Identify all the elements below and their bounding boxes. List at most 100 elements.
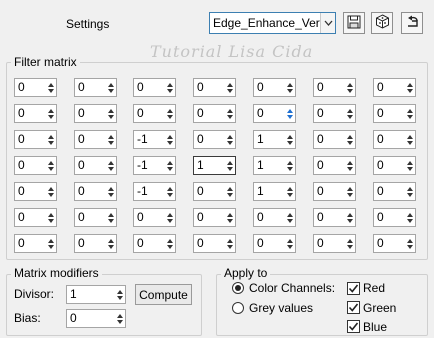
matrix-cell-spinbox[interactable]: 0 <box>253 104 296 123</box>
spin-arrows-icon[interactable] <box>344 183 355 200</box>
grey-values-label[interactable]: Grey values <box>249 301 313 315</box>
matrix-cell-value[interactable]: 0 <box>254 105 284 122</box>
matrix-cell-value[interactable]: 0 <box>194 183 224 200</box>
matrix-cell-spinbox[interactable]: 0 <box>14 78 57 97</box>
spin-arrows-icon[interactable] <box>114 310 125 327</box>
spin-arrows-icon[interactable] <box>404 157 415 174</box>
matrix-cell-value[interactable]: 0 <box>15 131 45 148</box>
spin-arrows-icon[interactable] <box>105 105 116 122</box>
divisor-value[interactable]: 1 <box>67 286 114 303</box>
matrix-cell-spinbox[interactable]: 0 <box>373 104 416 123</box>
spin-arrows-icon[interactable] <box>45 183 56 200</box>
reset-button[interactable] <box>401 12 423 34</box>
matrix-cell-spinbox[interactable]: 0 <box>193 234 236 253</box>
spin-arrows-icon[interactable] <box>344 235 355 252</box>
spin-arrows-icon[interactable] <box>45 105 56 122</box>
matrix-cell-spinbox[interactable]: 0 <box>253 78 296 97</box>
chevron-down-icon[interactable] <box>320 13 335 33</box>
matrix-cell-value[interactable]: 0 <box>15 183 45 200</box>
spin-arrows-icon[interactable] <box>344 157 355 174</box>
spin-arrows-icon[interactable] <box>284 79 295 96</box>
spin-arrows-icon[interactable] <box>45 79 56 96</box>
matrix-cell-spinbox[interactable]: 0 <box>193 182 236 201</box>
matrix-cell-value[interactable]: 0 <box>194 235 224 252</box>
matrix-cell-value[interactable]: 0 <box>314 209 344 226</box>
spin-arrows-icon[interactable] <box>164 105 175 122</box>
blue-label[interactable]: Blue <box>363 320 387 334</box>
matrix-cell-value[interactable]: 0 <box>75 157 105 174</box>
matrix-cell-spinbox[interactable]: 0 <box>74 78 117 97</box>
bias-spinbox[interactable]: 0 <box>66 309 126 328</box>
matrix-cell-spinbox[interactable]: 0 <box>74 156 117 175</box>
spin-arrows-icon[interactable] <box>344 105 355 122</box>
matrix-cell-value[interactable]: 1 <box>254 183 284 200</box>
preset-dropdown[interactable]: Edge_Enhance_Vert... <box>209 12 336 34</box>
spin-arrows-icon[interactable] <box>344 79 355 96</box>
matrix-cell-spinbox[interactable]: 1 <box>253 130 296 149</box>
matrix-cell-spinbox[interactable]: 0 <box>74 130 117 149</box>
spin-arrows-icon[interactable] <box>344 131 355 148</box>
spin-arrows-icon[interactable] <box>404 79 415 96</box>
spin-arrows-icon[interactable] <box>164 183 175 200</box>
matrix-cell-value[interactable]: 0 <box>374 131 404 148</box>
spin-arrows-icon[interactable] <box>284 235 295 252</box>
matrix-cell-value[interactable]: -1 <box>134 157 164 174</box>
matrix-cell-spinbox[interactable]: 0 <box>313 234 356 253</box>
matrix-cell-value[interactable]: 1 <box>194 157 224 174</box>
matrix-cell-spinbox[interactable]: 0 <box>74 104 117 123</box>
spin-arrows-icon[interactable] <box>105 79 116 96</box>
spin-arrows-icon[interactable] <box>105 183 116 200</box>
matrix-cell-spinbox[interactable]: 1 <box>193 156 236 175</box>
matrix-cell-spinbox[interactable]: 0 <box>253 208 296 227</box>
spin-arrows-icon[interactable] <box>45 235 56 252</box>
matrix-cell-value[interactable]: -1 <box>134 183 164 200</box>
matrix-cell-spinbox[interactable]: 0 <box>74 208 117 227</box>
matrix-cell-spinbox[interactable]: 0 <box>193 104 236 123</box>
matrix-cell-spinbox[interactable]: 0 <box>133 208 176 227</box>
matrix-cell-value[interactable]: 0 <box>374 105 404 122</box>
bias-value[interactable]: 0 <box>67 310 114 327</box>
color-channels-radio[interactable] <box>232 282 244 294</box>
matrix-cell-value[interactable]: 0 <box>374 79 404 96</box>
spin-arrows-icon[interactable] <box>284 131 295 148</box>
spin-arrows-icon[interactable] <box>164 209 175 226</box>
red-label[interactable]: Red <box>363 281 385 295</box>
save-preset-button[interactable] <box>343 12 365 34</box>
spin-arrows-icon[interactable] <box>404 209 415 226</box>
spin-arrows-icon[interactable] <box>224 157 235 174</box>
red-checkbox[interactable] <box>347 282 360 295</box>
matrix-cell-spinbox[interactable]: 0 <box>373 182 416 201</box>
spin-arrows-icon[interactable] <box>224 79 235 96</box>
spin-arrows-icon[interactable] <box>45 131 56 148</box>
green-checkbox[interactable] <box>347 301 360 314</box>
spin-arrows-icon[interactable] <box>284 105 295 122</box>
matrix-cell-value[interactable]: 0 <box>314 183 344 200</box>
matrix-cell-spinbox[interactable]: 0 <box>373 130 416 149</box>
matrix-cell-value[interactable]: 0 <box>374 157 404 174</box>
matrix-cell-spinbox[interactable]: -1 <box>133 156 176 175</box>
compute-button[interactable]: Compute <box>135 284 192 305</box>
matrix-cell-spinbox[interactable]: 0 <box>74 234 117 253</box>
matrix-cell-spinbox[interactable]: 0 <box>14 234 57 253</box>
matrix-cell-value[interactable]: 0 <box>374 235 404 252</box>
grey-values-radio[interactable] <box>232 302 244 314</box>
randomize-button[interactable] <box>371 12 393 34</box>
spin-arrows-icon[interactable] <box>164 79 175 96</box>
matrix-cell-spinbox[interactable]: 0 <box>313 78 356 97</box>
matrix-cell-value[interactable]: 0 <box>75 79 105 96</box>
matrix-cell-spinbox[interactable]: 0 <box>373 78 416 97</box>
matrix-cell-value[interactable]: 0 <box>194 79 224 96</box>
spin-arrows-icon[interactable] <box>105 131 116 148</box>
spin-arrows-icon[interactable] <box>164 131 175 148</box>
spin-arrows-icon[interactable] <box>284 183 295 200</box>
matrix-cell-spinbox[interactable]: 0 <box>313 130 356 149</box>
spin-arrows-icon[interactable] <box>45 209 56 226</box>
spin-arrows-icon[interactable] <box>224 131 235 148</box>
matrix-cell-value[interactable]: 0 <box>314 235 344 252</box>
matrix-cell-value[interactable]: 0 <box>75 183 105 200</box>
matrix-cell-value[interactable]: 0 <box>134 79 164 96</box>
matrix-cell-spinbox[interactable]: 1 <box>253 182 296 201</box>
matrix-cell-value[interactable]: 0 <box>134 235 164 252</box>
matrix-cell-value[interactable]: 0 <box>15 105 45 122</box>
spin-arrows-icon[interactable] <box>284 157 295 174</box>
